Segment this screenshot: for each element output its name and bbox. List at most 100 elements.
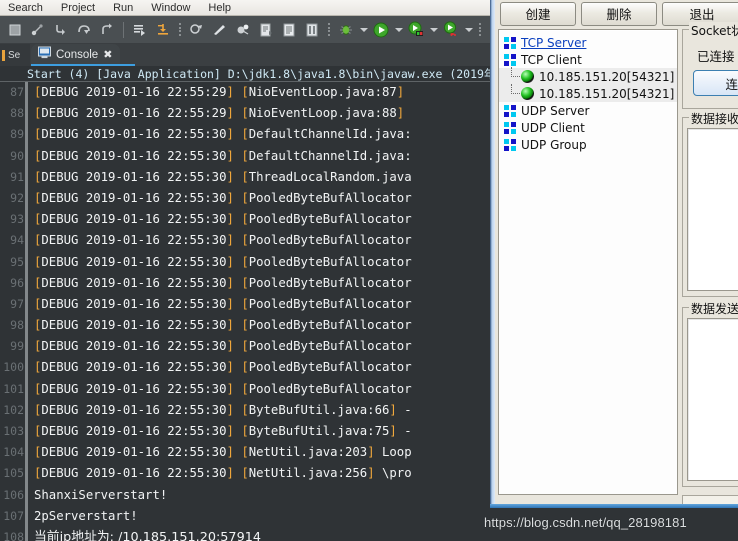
console-output-panel[interactable]: Start (4) [Java Application] D:\jdk1.8\j… — [0, 66, 490, 541]
tab-console[interactable]: Console ✖ — [31, 44, 121, 66]
toolbar-dots-3 — [478, 22, 482, 38]
menu-item-help[interactable]: Help — [208, 1, 231, 15]
run-config-icon[interactable] — [405, 19, 427, 41]
network-node-icon — [504, 121, 516, 134]
console-log-row: 98 [DEBUG 2019-01-16 22:55:30] [PooledByt… — [0, 315, 490, 337]
console-log-text: [DEBUG 2019-01-16 22:55:30] [PooledByteB… — [34, 190, 412, 205]
console-log-text: [DEBUG 2019-01-16 22:55:30] [PooledByteB… — [34, 339, 412, 354]
open-resource-icon[interactable] — [301, 19, 323, 41]
socket-tool-window: 创建 删除 退出 TCP Server TCP Client 10.185.151.… — [490, 0, 738, 541]
tree-node[interactable]: TCP Server — [499, 34, 677, 51]
line-number: 108 — [3, 529, 24, 541]
line-number: 94 — [10, 233, 24, 248]
line-number: 106 — [3, 487, 24, 502]
watermark: https://blog.csdn.net/qq_28198181 — [484, 515, 687, 530]
terminate-icon[interactable] — [4, 19, 26, 41]
socket-status-group: Socket状态 已连接 连接 — [682, 22, 738, 109]
console-log-row: 108 当前ip地址为: /10.185.151.20:57914 — [0, 526, 490, 541]
line-number: 95 — [10, 254, 24, 269]
menu-item-project[interactable]: Project — [61, 1, 95, 15]
new-package-icon[interactable] — [232, 19, 254, 41]
eclipse-ide-window: Search Project Run Window Help Se Consol… — [0, 0, 490, 541]
run-icon[interactable] — [370, 19, 392, 41]
data-receive-textarea[interactable] — [687, 128, 738, 291]
data-send-textarea[interactable] — [687, 318, 738, 481]
console-log-row: 93 [DEBUG 2019-01-16 22:55:30] [PooledByt… — [0, 209, 490, 231]
console-log-text: [DEBUG 2019-01-16 22:55:30] [PooledByteB… — [34, 318, 412, 333]
console-log-row: 99 [DEBUG 2019-01-16 22:55:30] [PooledByt… — [0, 336, 490, 358]
console-log-row: 103 [DEBUG 2019-01-16 22:55:30] [ByteBufU… — [0, 421, 490, 443]
line-number: 87 — [10, 85, 24, 99]
line-number: 102 — [3, 402, 24, 417]
connect-button[interactable]: 连接 — [693, 70, 738, 96]
console-log-text: [DEBUG 2019-01-16 22:55:30] [ByteBufUtil… — [34, 424, 412, 438]
close-icon[interactable]: ✖ — [103, 50, 112, 61]
toolbar-separator — [123, 21, 124, 38]
network-node-icon — [504, 138, 516, 151]
line-number: 105 — [3, 466, 24, 481]
sidebar-tab-stub-label: Se — [8, 49, 21, 61]
tree-node[interactable]: TCP Client — [499, 51, 677, 68]
menu-item-run[interactable]: Run — [113, 1, 133, 15]
step-into-icon[interactable] — [50, 19, 72, 41]
line-number: 101 — [3, 381, 24, 396]
delete-button[interactable]: 删除 — [581, 1, 657, 26]
create-button[interactable]: 创建 — [500, 1, 576, 26]
tree-node-label: 10.185.151.20[54321] — [539, 86, 675, 101]
console-log-row: 101 [DEBUG 2019-01-16 22:55:30] [PooledBy… — [0, 378, 490, 400]
console-icon — [38, 46, 51, 64]
tree-node-label: TCP Client — [521, 52, 582, 67]
tree-node[interactable]: UDP Server — [499, 102, 677, 119]
tree-node[interactable]: 10.185.151.20[54321] — [499, 84, 677, 102]
run-dropdown-icon[interactable] — [393, 19, 404, 41]
socket-status-title: Socket状态 — [689, 22, 738, 39]
run-config-dropdown-icon[interactable] — [428, 19, 439, 41]
step-over-icon[interactable] — [73, 19, 95, 41]
menu-item-window[interactable]: Window — [151, 1, 190, 15]
console-log-text: [DEBUG 2019-01-16 22:55:29] [NioEventLoo… — [34, 106, 405, 121]
socket-status-value: 已连接 — [697, 49, 735, 64]
open-declaration-icon[interactable] — [129, 19, 151, 41]
debug-icon[interactable] — [335, 19, 357, 41]
console-log-text: ShanxiServerstart! — [34, 487, 168, 502]
skip-breakpoints-icon[interactable] — [27, 19, 49, 41]
console-log-row: 94 [DEBUG 2019-01-16 22:55:30] [PooledByt… — [0, 230, 490, 252]
debug-toolbar — [0, 16, 490, 44]
tree-node[interactable]: 10.185.151.20[54321] — [499, 67, 677, 85]
console-log-text: [DEBUG 2019-01-16 22:55:30] [PooledByteB… — [34, 233, 412, 248]
debug-dropdown-icon[interactable] — [358, 19, 369, 41]
new-java-project-icon[interactable] — [186, 19, 208, 41]
open-task-icon[interactable] — [278, 19, 300, 41]
coverage-dropdown-icon[interactable] — [463, 19, 474, 41]
console-log-text: [DEBUG 2019-01-16 22:55:30] [PooledByteB… — [34, 212, 412, 227]
console-log-row: 105 [DEBUG 2019-01-16 22:55:30] [NetUtil.… — [0, 463, 490, 485]
menu-item-search[interactable]: Search — [8, 1, 43, 15]
menu-bar: Search Project Run Window Help — [0, 0, 490, 16]
step-return-icon[interactable] — [96, 19, 118, 41]
console-log-row: 96 [DEBUG 2019-01-16 22:55:30] [PooledByt… — [0, 272, 490, 294]
connection-tree[interactable]: TCP Server TCP Client 10.185.151.20[54321]… — [498, 29, 678, 495]
toolbar-dots — [178, 22, 182, 38]
console-log-text: [DEBUG 2019-01-16 22:55:30] [NetUtil.jav… — [34, 466, 412, 481]
connection-dot-icon — [521, 87, 534, 100]
console-log-row: 102 [DEBUG 2019-01-16 22:55:30] [ByteBufU… — [0, 399, 490, 421]
tree-node-label: UDP Client — [521, 120, 585, 135]
console-log-text: [DEBUG 2019-01-16 22:55:30] [PooledByteB… — [34, 360, 412, 375]
tree-node[interactable]: UDP Group — [499, 136, 677, 153]
console-log-row: 91 [DEBUG 2019-01-16 22:55:30] [ThreadLoc… — [0, 166, 490, 188]
console-log-text: [DEBUG 2019-01-16 22:55:30] [DefaultChan… — [34, 148, 412, 163]
line-number: 100 — [3, 360, 24, 375]
console-log-text: [DEBUG 2019-01-16 22:55:30] [ByteBufUtil… — [34, 402, 412, 417]
tree-node[interactable]: UDP Client — [499, 119, 677, 136]
tree-node-label: 10.185.151.20[54321] — [539, 69, 675, 84]
sidebar-tab-stub[interactable]: Se — [0, 44, 30, 66]
data-receive-group: 数据接收 — [682, 110, 738, 297]
coverage-icon[interactable] — [440, 19, 462, 41]
drop-to-frame-icon[interactable] — [152, 19, 174, 41]
new-class-icon[interactable] — [209, 19, 231, 41]
console-log-text: [DEBUG 2019-01-16 22:55:30] [PooledByteB… — [34, 381, 412, 396]
open-type-icon[interactable] — [255, 19, 277, 41]
console-log-text: 当前ip地址为: /10.185.151.20:57914 — [34, 529, 261, 541]
line-number: 107 — [3, 508, 24, 523]
toolbar-dots-2 — [327, 22, 331, 38]
